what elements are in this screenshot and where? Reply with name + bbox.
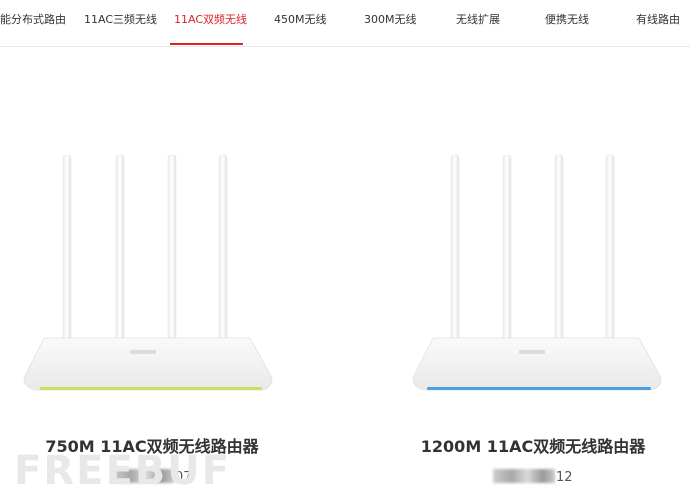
nav-tab-portable-wireless[interactable]: 便携无线 (545, 0, 589, 44)
product-title[interactable]: 1200M 11AC双频无线路由器 (383, 433, 683, 457)
led-strip (40, 387, 262, 390)
nav-tab-450m-wireless[interactable]: 450M无线 (274, 0, 327, 44)
nav-tab-wireless-extender[interactable]: 无线扩展 (456, 0, 500, 44)
product-card-1200m[interactable]: 1200M 11AC双频无线路由器 12 (383, 140, 683, 485)
nav-tab-300m-wireless[interactable]: 300M无线 (364, 0, 417, 44)
product-card-750m[interactable]: 750M 11AC双频无线路由器 07 (0, 140, 300, 485)
nav-tab-distributed-routing[interactable]: 能分布式路由 (0, 0, 66, 44)
redacted-model-prefix (493, 469, 555, 483)
router-image (412, 154, 662, 391)
router-image (23, 154, 273, 391)
active-tab-underline (170, 43, 243, 45)
product-model: 12 (493, 469, 573, 485)
nav-tab-11ac-tri-band[interactable]: 11AC三频无线 (84, 0, 157, 44)
led-strip (427, 387, 651, 390)
category-nav: 能分布式路由 11AC三频无线 11AC双频无线 450M无线 300M无线 无… (0, 0, 690, 47)
nav-tab-11ac-dual-band[interactable]: 11AC双频无线 (174, 0, 247, 44)
freebuf-watermark-logo: FREEBUF (14, 448, 232, 494)
nav-tab-wired-router[interactable]: 有线路由 (636, 0, 680, 44)
